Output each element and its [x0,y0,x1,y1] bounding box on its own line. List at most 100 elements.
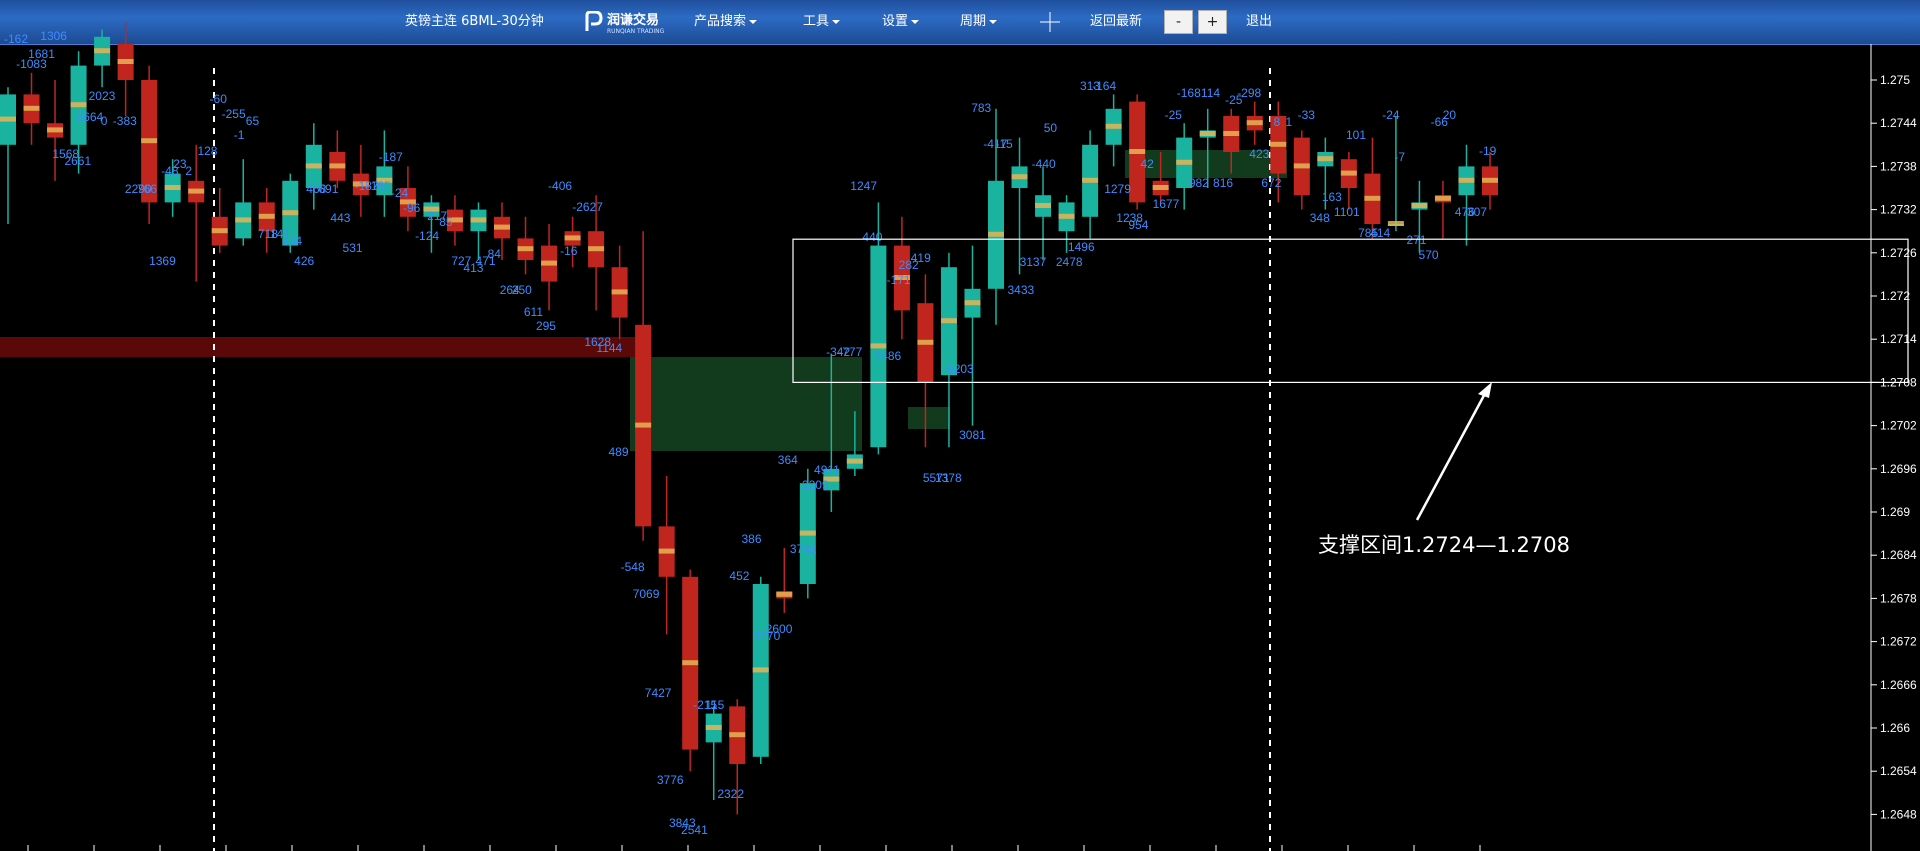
volume-delta-label: 443 [330,211,350,225]
volume-delta-label: -25 [1165,108,1183,122]
volume-delta-label: 783 [971,101,991,115]
poc-marker [682,660,699,666]
poc-marker [329,163,346,169]
price-tick-label: 1.266 [1880,721,1910,735]
candle [376,130,393,217]
volume-delta-label: 766 [137,182,157,196]
poc-marker [964,300,981,306]
poc-marker [846,458,863,464]
price-tick-label: 1.2738 [1880,159,1917,173]
candle [117,22,134,116]
candle [47,80,64,181]
arrow-shaft [1415,387,1490,521]
volume-delta-label: 0 [101,114,108,128]
candle [541,224,558,311]
volume-delta-label: 3081 [959,428,986,442]
volume-delta-label: 1306 [40,29,67,43]
volume-delta-label: 672 [1261,176,1281,190]
volume-delta-label: 419 [911,251,931,265]
poc-marker [752,667,769,673]
volume-delta-label: 3433 [1007,283,1034,297]
volume-delta-label: 816 [1213,176,1233,190]
candle [964,245,981,426]
volume-delta-label: 954 [1128,218,1148,232]
poc-marker [1317,156,1334,162]
poc-marker [235,217,252,223]
volume-delta-label: 691 [318,182,338,196]
candle [611,245,628,340]
price-tick-label: 1.2666 [1880,678,1917,692]
support-zone-box [792,238,1909,383]
volume-delta-label: -171 [887,273,911,287]
volume-delta-label: -24 [391,186,409,200]
poc-marker [729,732,746,738]
candle [470,202,487,260]
candle [1387,116,1404,232]
poc-marker [517,246,534,252]
candle [517,216,534,275]
candle [658,476,675,635]
poc-marker [1199,131,1216,136]
support-zone-note: 支撑区间1.2724—1.2708 [1318,533,1570,557]
resistance-band [0,337,640,357]
volume-delta-label: 50 [1044,121,1058,135]
imbalance-zone [630,357,862,451]
volume-delta-label: -16 [560,244,578,258]
volume-delta-label: -60 [210,92,228,106]
candlestick-chart[interactable]: -162-10831681130615682661266420230 -38322… [0,0,1920,851]
volume-delta-label: 1681 [28,47,55,61]
poc-marker [164,185,181,190]
volume-delta-label: 2541 [681,823,708,837]
poc-marker [47,127,64,133]
poc-marker [917,339,934,345]
volume-delta-label: -165 [367,179,391,193]
volume-delta-label: -298 [1237,86,1261,100]
candle [1011,137,1028,275]
poc-marker [588,246,605,252]
poc-marker [658,548,675,554]
volume-delta-label: 414 [1370,226,1390,240]
volume-delta-label: 1369 [149,254,176,268]
candle [141,65,158,224]
candle [1105,94,1122,167]
poc-marker [258,213,275,219]
poc-marker [1011,174,1028,180]
volume-delta-label: -96 [403,201,421,215]
volume-delta-label: -15 [995,137,1013,151]
price-tick-label: 1.2732 [1880,203,1917,217]
poc-marker [705,725,722,730]
volume-delta-label: 6203 [947,362,974,376]
volume-delta-label: -2627 [572,200,603,214]
candle [211,188,228,253]
volume-delta-label: 1144 [596,341,622,355]
poc-marker [1058,213,1075,219]
poc-marker [1293,163,1310,169]
volume-delta-label: -548 [621,560,645,574]
volume-delta-label: 114 [1201,86,1220,100]
volume-delta-label: 295 [536,319,556,333]
volume-delta-label: -255 [222,107,246,121]
candle [682,569,699,772]
poc-marker [188,188,205,194]
poc-marker [635,422,652,428]
volume-delta-label: 3776 [657,773,684,787]
poc-marker [1129,149,1146,154]
poc-marker [1223,131,1240,136]
volume-delta-label: 128 [197,144,217,158]
candle [564,216,581,268]
poc-marker [799,530,816,536]
candle [0,87,16,224]
volume-delta-label: -406 [548,179,572,193]
volume-delta-label: 3137 [1020,255,1047,269]
candle [1246,101,1263,145]
volume-delta-label: 2600 [766,622,793,636]
volume-delta-label: 2664 [77,110,104,124]
volume-delta-label: 440 [862,230,882,244]
candle [1340,152,1357,210]
volume-delta-label: 271 [1406,233,1426,247]
volume-delta-label: 65 [246,114,260,128]
candle [1364,137,1381,239]
volume-delta-label: 570 [1419,248,1439,262]
volume-delta-label: -7 [1394,150,1405,164]
price-tick-label: 1.2744 [1880,116,1917,130]
